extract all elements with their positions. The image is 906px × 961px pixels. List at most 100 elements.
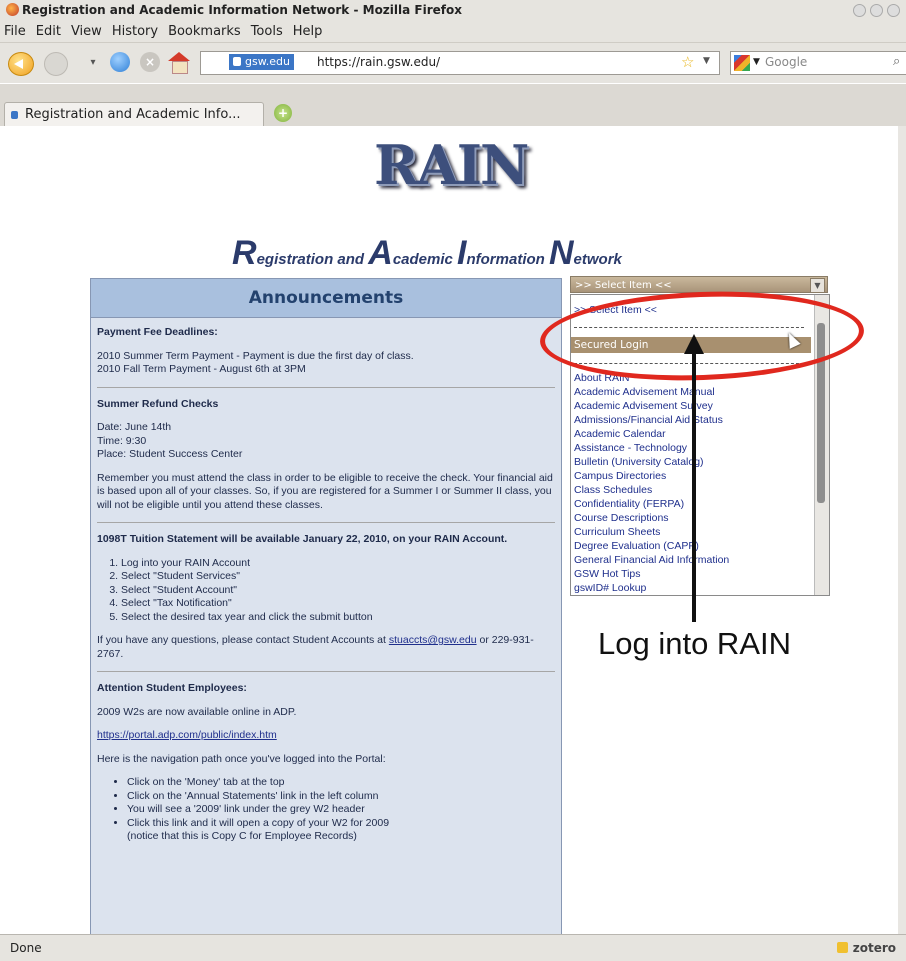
window-title: Registration and Academic Information Ne… <box>22 3 462 17</box>
page-scrollbar[interactable] <box>898 126 906 934</box>
option-degree-evaluation[interactable]: Degree Evaluation (CAPP) <box>574 539 699 553</box>
back-button[interactable] <box>8 52 34 76</box>
google-icon[interactable] <box>734 55 750 71</box>
url-text[interactable]: https://rain.gsw.edu/ <box>317 55 440 69</box>
announcements-heading: Announcements <box>91 279 561 318</box>
search-icon[interactable]: ⌕ <box>893 54 900 69</box>
zotero-icon[interactable] <box>837 942 848 953</box>
list-item: Select the desired tax year and click th… <box>121 611 555 625</box>
option-academic-calendar[interactable]: Academic Calendar <box>574 427 666 441</box>
option-bulletin[interactable]: Bulletin (University Catalog) <box>574 455 704 469</box>
title-word-academic: cademic <box>392 251 458 268</box>
title-letter-r: R <box>232 234 257 272</box>
option-admissions-status[interactable]: Admissions/Financial Aid Status <box>574 413 723 427</box>
annotation-arrowhead <box>684 334 704 354</box>
refund-note: Remember you must attend the class in or… <box>97 471 553 511</box>
list-item: Log into your RAIN Account <box>121 557 555 571</box>
menu-edit[interactable]: Edit <box>32 24 67 39</box>
tuition-steps: Log into your RAIN Account Select "Stude… <box>121 557 555 625</box>
minimize-button[interactable] <box>853 4 866 17</box>
page-content: RAIN Registration and Academic Informati… <box>0 126 906 934</box>
menu-history[interactable]: History <box>108 24 164 39</box>
option-financial-aid-info[interactable]: General Financial Aid Information <box>574 553 729 567</box>
contact-text: If you have any questions, please contac… <box>97 634 389 646</box>
payment-heading: Payment Fee Deadlines: <box>97 326 218 338</box>
option-assistance-technology[interactable]: Assistance - Technology <box>574 441 687 455</box>
refund-date: Date: June 14th <box>97 421 172 433</box>
tab-label: Registration and Academic Info... <box>25 107 241 122</box>
menu-file[interactable]: File <box>0 24 32 39</box>
page-title: Registration and Academic Information Ne… <box>232 234 622 273</box>
tuition-contact: If you have any questions, please contac… <box>97 634 555 661</box>
refund-time: Time: 9:30 <box>97 434 147 447</box>
rain-logo: RAIN <box>374 133 529 197</box>
select-value: >> Select Item << <box>575 280 672 291</box>
w2-note: 2009 W2s are now available online in ADP… <box>97 705 297 718</box>
annotation-label: Log into RAIN <box>598 626 791 661</box>
divider <box>97 522 555 523</box>
forward-button[interactable] <box>44 52 68 76</box>
payment-line-2: 2010 Fall Term Payment - August 6th at 3… <box>97 363 306 375</box>
title-word-information: nformation <box>466 251 549 268</box>
search-input[interactable]: Google <box>765 55 807 69</box>
stop-icon[interactable]: × <box>140 52 160 72</box>
adp-portal-link[interactable]: https://portal.adp.com/public/index.htm <box>97 729 277 741</box>
window-titlebar: Registration and Academic Information Ne… <box>0 0 906 20</box>
list-item: Select "Student Account" <box>121 584 555 598</box>
option-curriculum-sheets[interactable]: Curriculum Sheets <box>574 525 660 539</box>
title-letter-a: A <box>368 234 393 272</box>
payment-line-1: 2010 Summer Term Payment - Payment is du… <box>97 349 414 362</box>
annotation-arrow <box>692 350 696 622</box>
address-bar[interactable]: gsw.edu https://rain.gsw.edu/ ☆ ▼ <box>200 51 720 75</box>
divider <box>97 386 555 388</box>
status-text: Done <box>10 941 42 955</box>
search-box[interactable]: ▼ Google ⌕ <box>730 51 906 75</box>
option-confidentiality[interactable]: Confidentiality (FERPA) <box>574 497 684 511</box>
reload-icon[interactable] <box>110 52 130 72</box>
zotero-button[interactable]: zotero <box>853 941 896 955</box>
option-gsw-hot-tips[interactable]: GSW Hot Tips <box>574 567 641 581</box>
option-class-schedules[interactable]: Class Schedules <box>574 483 652 497</box>
bookmark-star-icon[interactable]: ☆ <box>681 53 694 71</box>
menu-tools[interactable]: Tools <box>247 24 289 39</box>
home-icon[interactable] <box>168 52 190 74</box>
history-dropdown-icon[interactable]: ▾ <box>86 52 100 74</box>
title-letter-n: N <box>548 234 574 272</box>
refund-heading: Summer Refund Checks <box>97 397 219 410</box>
menu-bar: File Edit View History Bookmarks Tools H… <box>0 20 906 43</box>
list-item: You will see a '2009' link under the gre… <box>127 803 555 817</box>
refund-place: Place: Student Success Center <box>97 448 243 460</box>
maximize-button[interactable] <box>870 4 883 17</box>
menu-view[interactable]: View <box>67 24 108 39</box>
title-word-registration: egistration and <box>256 251 369 268</box>
list-item: Click on the 'Annual Statements' link in… <box>127 790 555 804</box>
site-identity-button[interactable]: gsw.edu <box>229 54 294 70</box>
list-item: Select "Tax Notification" <box>121 597 555 611</box>
new-tab-button[interactable]: + <box>274 104 292 122</box>
window-controls <box>853 4 900 17</box>
status-bar: Done zotero <box>0 934 906 961</box>
menu-help[interactable]: Help <box>289 24 329 39</box>
tab-rain[interactable]: Registration and Academic Info... <box>4 102 264 127</box>
navigation-toolbar: ▾ × gsw.edu https://rain.gsw.edu/ ☆ ▼ ▼ … <box>0 43 906 83</box>
menu-bookmarks[interactable]: Bookmarks <box>164 24 247 39</box>
title-word-network: etwork <box>573 251 622 268</box>
announcements-panel: Announcements Payment Fee Deadlines: 201… <box>90 278 562 934</box>
url-dropdown-icon[interactable]: ▼ <box>703 56 710 66</box>
favicon-icon <box>11 111 18 119</box>
option-course-descriptions[interactable]: Course Descriptions <box>574 511 669 525</box>
chevron-down-icon[interactable]: ▼ <box>810 278 825 293</box>
contact-email-link[interactable]: stuaccts@gsw.edu <box>389 634 477 646</box>
employees-heading: Attention Student Employees: <box>97 682 247 694</box>
option-campus-directories[interactable]: Campus Directories <box>574 469 666 483</box>
path-intro: Here is the navigation path once you've … <box>97 752 386 765</box>
close-button[interactable] <box>887 4 900 17</box>
list-item: Select "Student Services" <box>121 570 555 584</box>
option-gswid-lookup[interactable]: gswID# Lookup <box>574 581 646 595</box>
divider <box>97 671 555 672</box>
quick-links-select[interactable]: >> Select Item << ▼ <box>570 276 828 293</box>
list-item: Click this link and it will open a copy … <box>127 817 555 831</box>
announcements-body: Payment Fee Deadlines: 2010 Summer Term … <box>91 318 561 852</box>
search-engine-dropdown-icon[interactable]: ▼ <box>753 57 760 67</box>
firefox-icon <box>6 3 19 16</box>
